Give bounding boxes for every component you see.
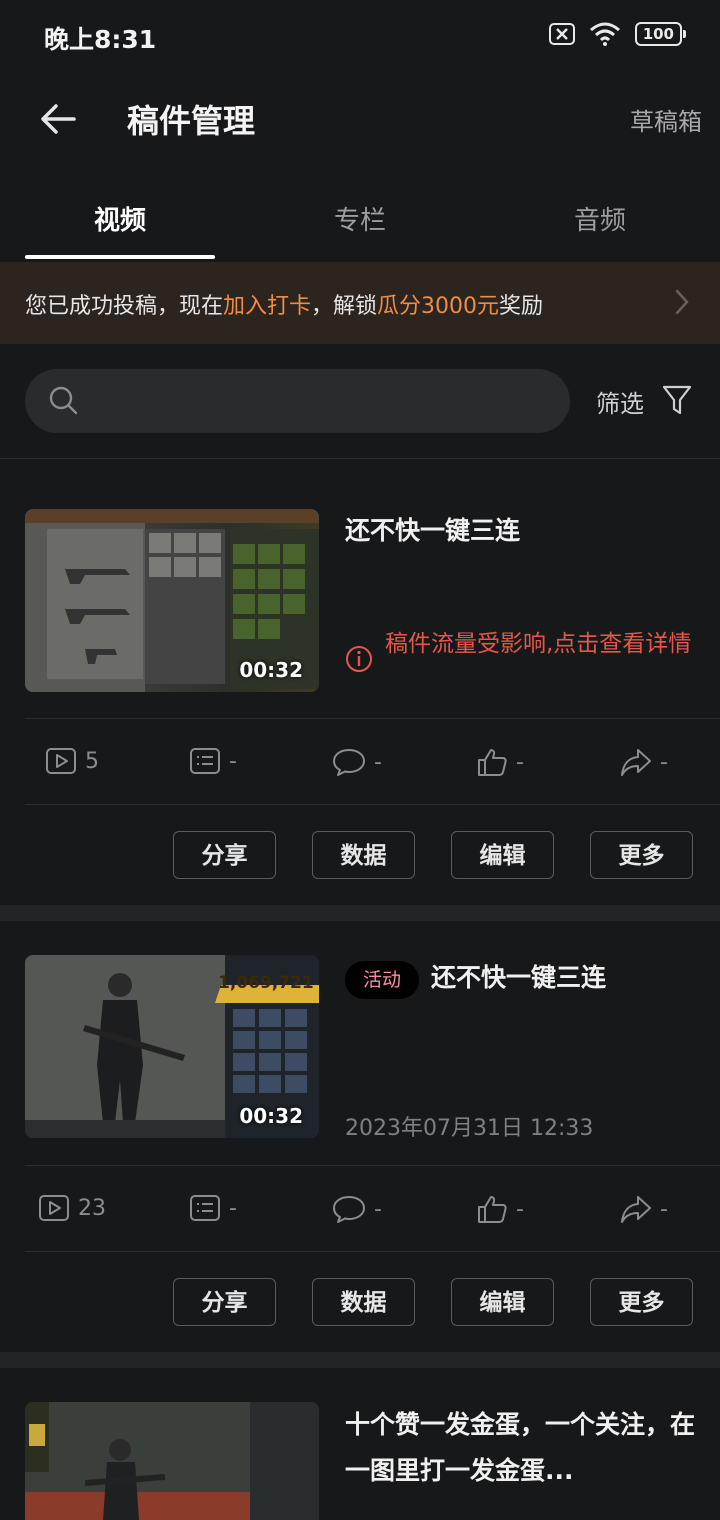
signal-off-icon (548, 23, 575, 45)
play-icon (46, 748, 76, 774)
stat-danmaku: - (189, 747, 237, 775)
stat-comments: - (332, 747, 382, 777)
stat-likes: - (476, 747, 524, 777)
stat-danmaku: - (189, 1194, 237, 1222)
shares-count: - (660, 1196, 668, 1222)
page-title: 稿件管理 (127, 102, 256, 140)
stat-comments: - (332, 1194, 382, 1224)
stat-shares: - (620, 747, 668, 777)
video-thumbnail[interactable]: 1,069,721 00:32 (25, 955, 319, 1138)
video-title[interactable]: 还不快一键三连 (345, 508, 705, 554)
thumbnail-artwork (25, 1402, 319, 1520)
banner-link-checkin[interactable]: 加入打卡 (223, 294, 311, 319)
likes-count: - (516, 749, 524, 775)
stat-likes: - (476, 1194, 524, 1224)
search-icon (49, 386, 78, 415)
share-button[interactable]: 分享 (173, 831, 276, 879)
shares-count: - (660, 749, 668, 775)
comment-icon (333, 749, 365, 776)
card-separator (0, 905, 720, 921)
thumbs-up-icon (478, 1196, 507, 1223)
plays-count: 5 (85, 748, 99, 774)
search-input[interactable] (90, 378, 554, 426)
banner-text-part2: ，解锁 (311, 294, 378, 319)
more-button[interactable]: 更多 (590, 1278, 693, 1326)
share-button[interactable]: 分享 (173, 1278, 276, 1326)
card-divider (25, 804, 720, 805)
edit-button[interactable]: 编辑 (451, 1278, 554, 1326)
tab-video[interactable]: 视频 (25, 200, 215, 237)
battery-indicator: 100 (634, 22, 687, 46)
card-separator (0, 1352, 720, 1368)
video-duration: 00:32 (239, 1104, 303, 1128)
thumbs-up-icon (478, 749, 507, 776)
status-icons: 100 (548, 22, 687, 46)
video-title[interactable]: 十个赞一发金蛋，一个关注，在一图里打一发金蛋... (345, 1402, 695, 1494)
battery-level: 100 (642, 25, 674, 43)
filter-funnel-icon[interactable] (662, 384, 692, 416)
banner-link-reward[interactable]: 瓜分3000元 (377, 294, 499, 319)
publish-date: 2023年07月31日 12:33 (345, 1116, 594, 1141)
danmaku-count: - (229, 748, 237, 774)
stat-plays: 5 (45, 747, 99, 775)
video-thumbnail[interactable]: 00:32 (25, 509, 319, 692)
banner-text[interactable]: 您已成功投稿，现在加入打卡，解锁瓜分3000元奖励 (25, 288, 543, 320)
data-button[interactable]: 数据 (312, 1278, 415, 1326)
filter-button[interactable]: 筛选 (596, 384, 644, 419)
banner-text-part3: 奖励 (499, 294, 544, 319)
drafts-button[interactable]: 草稿箱 (630, 102, 702, 137)
tab-audio[interactable]: 音频 (505, 200, 695, 237)
edit-button[interactable]: 编辑 (451, 831, 554, 879)
stat-plays: 23 (38, 1194, 106, 1222)
status-time: 晚上8:31 (44, 25, 157, 54)
section-divider (0, 458, 720, 459)
plays-count: 23 (78, 1195, 106, 1221)
play-icon (39, 1195, 69, 1221)
comment-icon (333, 1196, 365, 1223)
traffic-warning[interactable]: 稿件流量受影响,点击查看详情 (385, 628, 705, 661)
chevron-right-icon[interactable] (674, 288, 690, 316)
back-arrow-icon[interactable] (36, 96, 82, 142)
comments-count: - (374, 1196, 382, 1222)
share-arrow-icon (621, 749, 651, 776)
warning-info-icon (346, 646, 372, 672)
danmaku-icon (190, 1195, 220, 1221)
comments-count: - (374, 749, 382, 775)
likes-count: - (516, 1196, 524, 1222)
danmaku-icon (190, 748, 220, 774)
video-title[interactable]: 还不快一键三连 (431, 955, 711, 1001)
data-button[interactable]: 数据 (312, 831, 415, 879)
more-button[interactable]: 更多 (590, 831, 693, 879)
video-duration: 00:32 (239, 658, 303, 682)
banner-text-part1: 您已成功投稿，现在 (25, 294, 224, 319)
video-thumbnail[interactable] (25, 1402, 319, 1520)
tab-column[interactable]: 专栏 (265, 200, 455, 237)
danmaku-count: - (229, 1195, 237, 1221)
activity-badge: 活动 (345, 961, 420, 999)
card-divider (25, 718, 720, 719)
card-divider (25, 1251, 720, 1252)
thumbnail-overlay-value: 1,069,721 (218, 973, 314, 993)
active-tab-indicator (25, 255, 215, 259)
stat-shares: - (620, 1194, 668, 1224)
wifi-icon (589, 22, 620, 46)
card-divider (25, 1165, 720, 1166)
share-arrow-icon (621, 1196, 651, 1223)
